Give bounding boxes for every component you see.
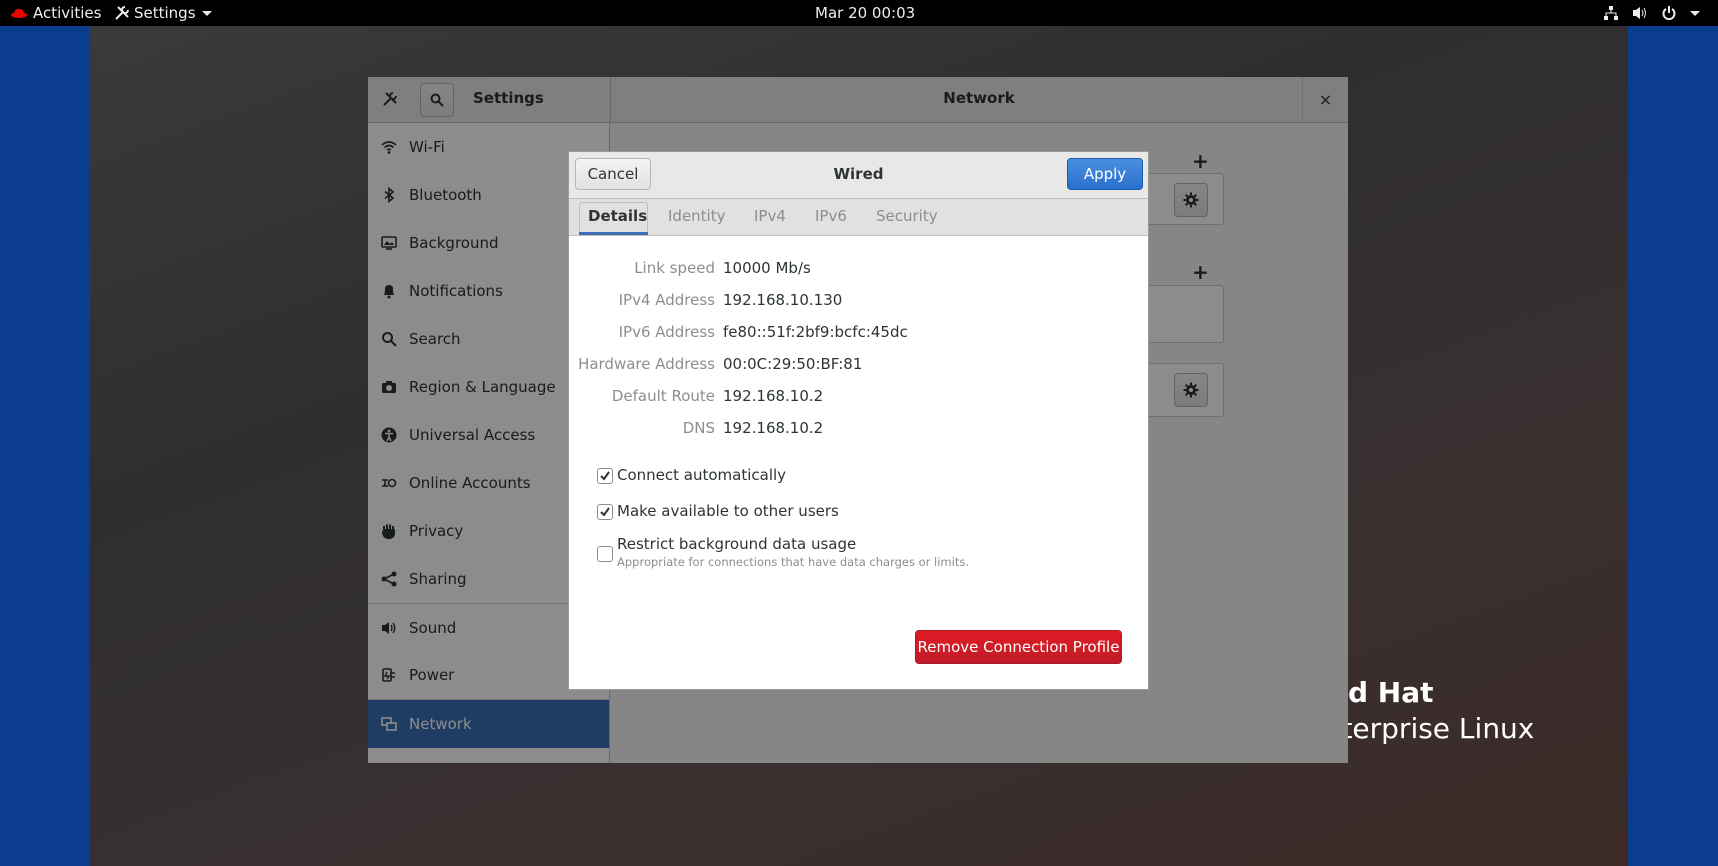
power-icon [1662,6,1676,20]
branding-line-1: d Hat [1348,676,1434,709]
tools-icon [115,6,129,20]
restrict-background-label[interactable]: Restrict background data usage [617,535,856,553]
detail-value: 10000 Mb/s [723,259,811,277]
apply-button[interactable]: Apply [1067,158,1143,190]
detail-row-route: Default Route 192.168.10.2 [569,387,1148,409]
dialog-tabs: Details Identity IPv4 IPv6 Security [569,199,1148,236]
detail-key: IPv4 Address [618,291,715,309]
restrict-background-hint: Appropriate for connections that have da… [617,555,969,569]
detail-key: IPv6 Address [618,323,715,341]
detail-value: 192.168.10.130 [723,291,843,309]
detail-key: Default Route [611,387,715,405]
tab-security[interactable]: Security [876,207,938,225]
cancel-button[interactable]: Cancel [575,158,651,190]
detail-row-ipv6: IPv6 Address fe80::51f:2bf9:bcfc:45dc [569,323,1148,345]
top-bar: Activities Settings Mar 20 00:03 [0,0,1718,26]
volume-icon [1633,7,1646,19]
detail-row-link-speed: Link speed 10000 Mb/s [569,259,1148,281]
chevron-down-icon [201,11,212,16]
tab-ipv4[interactable]: IPv4 [754,207,786,225]
tab-identity[interactable]: Identity [668,207,726,225]
dialog-header: Cancel Wired Apply [569,152,1148,199]
checkmark-icon [600,471,610,481]
tab-details[interactable]: Details [588,207,647,225]
clock[interactable]: Mar 20 00:03 [815,0,915,26]
detail-row-ipv4: IPv4 Address 192.168.10.130 [569,291,1148,313]
detail-value: fe80::51f:2bf9:bcfc:45dc [723,323,908,341]
chevron-down-icon [1690,10,1700,16]
restrict-background-checkbox[interactable] [597,546,613,562]
dialog-title: Wired [833,165,884,183]
tab-ipv6[interactable]: IPv6 [815,207,847,225]
detail-value: 00:0C:29:50:BF:81 [723,355,863,373]
app-menu-button[interactable]: Settings [114,0,212,26]
detail-key: Link speed [634,259,715,277]
detail-key: Hardware Address [578,355,715,373]
detail-row-dns: DNS 192.168.10.2 [569,419,1148,441]
activities-button[interactable]: Activities [33,0,101,26]
connect-automatically-checkbox[interactable] [597,468,613,484]
wired-dialog: Cancel Wired Apply Details Identity IPv4… [568,151,1149,690]
tab-indicator [579,232,648,235]
available-to-others-label[interactable]: Make available to other users [617,502,839,520]
detail-value: 192.168.10.2 [723,387,824,405]
remove-connection-profile-button[interactable]: Remove Connection Profile [915,630,1122,664]
system-tray[interactable] [1604,0,1700,26]
connect-automatically-label[interactable]: Connect automatically [617,466,786,484]
checkmark-icon [600,507,610,517]
redhat-logo-icon [11,8,27,18]
detail-value: 192.168.10.2 [723,419,824,437]
available-to-others-checkbox[interactable] [597,504,613,520]
network-icon [1604,6,1618,20]
detail-key: DNS [682,419,715,437]
detail-row-hardware: Hardware Address 00:0C:29:50:BF:81 [569,355,1148,377]
app-menu-label: Settings [134,4,196,22]
